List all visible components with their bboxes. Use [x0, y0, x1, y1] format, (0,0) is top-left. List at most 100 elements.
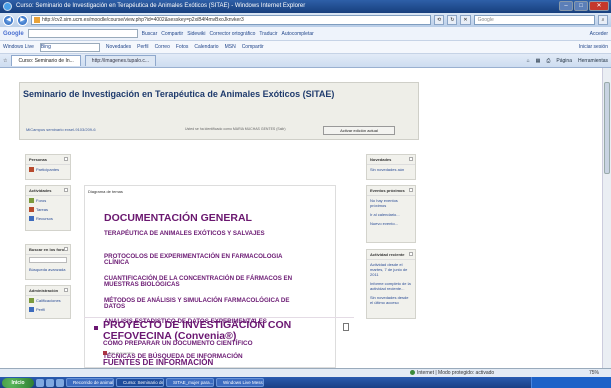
section-bullet-icon [94, 326, 98, 330]
quicklaunch-desktop-icon[interactable] [46, 378, 54, 387]
topic-metodos[interactable]: MÉTODOS DE ANÁLISIS Y SIMULACIÓN FARMACO… [104, 297, 309, 310]
favorites-star-icon[interactable]: ☆ [3, 58, 7, 64]
search-icon[interactable]: ⌕ [598, 15, 608, 25]
block-link-participantes[interactable]: Participantes [26, 165, 70, 174]
block-eventos: Eventos próximos No hay eventos próximos… [366, 185, 416, 243]
section-divider [84, 317, 354, 318]
feeds-icon[interactable]: ▦ [536, 58, 541, 64]
wl-item-correo[interactable]: Correo [155, 44, 170, 50]
system-tray[interactable] [531, 377, 611, 388]
start-button[interactable]: Inicio [2, 377, 34, 388]
wl-sign-in-button[interactable]: Iniciar sesión [579, 44, 608, 50]
block-title: Actividad reciente [367, 250, 415, 260]
google-search-input[interactable] [27, 29, 138, 38]
forum-search-input[interactable] [29, 257, 67, 263]
google-traducir-button[interactable]: Traducir [259, 31, 277, 37]
tab-row: ☆ Curso: Seminario de In... http://image… [0, 54, 611, 68]
security-zone[interactable]: Internet | Modo protegido: activado [410, 369, 494, 377]
google-toolbar: Google Buscar Compartir Sidewiki Correct… [0, 27, 611, 41]
block-buscar-foros: Buscar en los foros Búsqueda avanzada [25, 244, 71, 280]
resource-icon [29, 216, 34, 221]
people-icon [29, 167, 34, 172]
vertical-scrollbar[interactable] [602, 68, 611, 368]
forward-button[interactable]: ▶ [17, 14, 28, 26]
block-hide-icon[interactable] [64, 188, 68, 192]
block-hide-icon[interactable] [409, 157, 413, 161]
topic-terapeutica[interactable]: TERAPÉUTICA DE ANIMALES EXÓTICOS Y SALVA… [104, 230, 309, 237]
refresh-button[interactable]: ↻ [447, 15, 458, 25]
status-bar: Internet | Modo protegido: activado 75% [0, 368, 611, 377]
block-novedades: Novedades Sin novedades aún [366, 154, 416, 180]
profile-icon [29, 307, 34, 312]
wl-item-fotos[interactable]: Fotos [176, 44, 189, 50]
scrollbar-thumb[interactable] [604, 82, 610, 174]
google-buscar-button[interactable]: Buscar [142, 31, 158, 37]
google-sidewiki-button[interactable]: Sidewiki [187, 31, 205, 37]
tab-imagenes[interactable]: http://imagenes.tupalo.c... [84, 55, 157, 66]
back-button[interactable]: ◀ [3, 14, 14, 26]
minimize-button[interactable]: – [559, 1, 573, 11]
globe-icon [410, 370, 415, 376]
block-link-recursos[interactable]: Recursos [26, 214, 70, 223]
block-link-nuevo-evento[interactable]: Nuevo evento... [367, 219, 415, 228]
topic-cuantificacion[interactable]: CUANTIFICACIÓN DE LA CONCENTRACIÓN DE FÁ… [104, 275, 309, 288]
quicklaunch-ie-icon[interactable] [36, 378, 44, 387]
topic-documentacion-general[interactable]: DOCUMENTACIÓN GENERAL [104, 212, 252, 224]
block-link-novedades[interactable]: Sin novedades aún [367, 165, 415, 174]
block-link-informe-completo[interactable]: Informe completo de la actividad recient… [367, 279, 415, 293]
section-forum-link[interactable]: Foro de la sección [109, 351, 134, 355]
block-actividad-reciente: Actividad reciente Actividad desde el ma… [366, 249, 416, 319]
section-toggle-icon[interactable] [343, 323, 349, 331]
block-hide-icon[interactable] [409, 188, 413, 192]
block-hide-icon[interactable] [64, 157, 68, 161]
wl-item-novedades[interactable]: Novedades [106, 44, 131, 50]
print-icon[interactable]: ⎙ [546, 58, 550, 64]
edit-mode-button[interactable]: Activar edición actual [323, 126, 395, 135]
block-hide-icon[interactable] [64, 247, 68, 251]
lock-icon: ⟲ [434, 15, 445, 25]
google-corrector-button[interactable]: Corrector ortográfico [210, 31, 256, 37]
block-text-sin-novedades: Sin novedades desde el último acceso [370, 295, 409, 305]
herramientas-menu[interactable]: Herramientas [578, 58, 608, 64]
google-autocompletar-button[interactable]: Autocompletar [282, 31, 314, 37]
block-link-calendario[interactable]: Ir al calendario... [367, 210, 415, 219]
block-link-busqueda-avanzada[interactable]: Búsqueda avanzada [26, 265, 70, 274]
close-button[interactable]: ✕ [589, 1, 609, 11]
task-sitae[interactable]: SITAE_mujer para... [166, 378, 214, 387]
block-hide-icon[interactable] [409, 252, 413, 256]
login-info: Usted se ha identificado como MARIA MUCH… [185, 127, 286, 131]
tab-seminario[interactable]: Curso: Seminario de In... [11, 55, 81, 66]
home-icon[interactable]: ⌂ [527, 58, 530, 64]
task-recorrido[interactable]: Recorrido de animales [66, 378, 114, 387]
breadcrumb[interactable]: MiCampus seminario exsel-9103/209-6 [26, 127, 96, 132]
block-link-perfil[interactable]: Perfil [26, 305, 70, 314]
section-subtitle[interactable]: FUENTES DE INFORMACIÓN [103, 358, 213, 367]
zoom-level[interactable]: 75% [589, 369, 599, 377]
wl-item-calendario[interactable]: Calendario [194, 44, 218, 50]
block-hide-icon[interactable] [64, 288, 68, 292]
block-link-foros[interactable]: Foros [26, 196, 70, 205]
page-viewport: Seminario de Investigación en Terapéutic… [0, 68, 611, 368]
maximize-button[interactable]: □ [574, 1, 588, 11]
address-bar[interactable]: http://cv2.sim.ucm.es/moodle/course/view… [31, 15, 431, 25]
google-compartir-button[interactable]: Compartir [161, 31, 183, 37]
block-text-actividad-desde: Actividad desde el martes, 7 de junio de… [370, 262, 408, 277]
pagina-menu[interactable]: Página [556, 58, 572, 64]
task-live-messenger[interactable]: Windows Live Mess... [216, 378, 264, 387]
block-link-tareas[interactable]: Tareas [26, 205, 70, 214]
block-link-calificaciones[interactable]: Calificaciones [26, 296, 70, 305]
stop-button[interactable]: ✕ [460, 15, 471, 25]
task-curso-seminario[interactable]: Curso: Seminario de... [116, 378, 164, 387]
quicklaunch-media-icon[interactable] [56, 378, 64, 387]
bing-search-input[interactable]: Bing [39, 42, 100, 52]
google-acceder-button[interactable]: Acceder [590, 31, 608, 37]
browser-search-input[interactable]: Google [473, 15, 595, 25]
wl-item-msn[interactable]: MSN [225, 44, 236, 50]
taskbar: Inicio Recorrido de animales Curso: Semi… [0, 377, 611, 388]
wl-item-compartir[interactable]: Compartir [242, 44, 264, 50]
forum-icon [29, 198, 34, 203]
topic-protocolos[interactable]: PROTOCOLOS DE EXPERIMENTACIÓN EN FARMACO… [104, 253, 309, 266]
block-administracion: Administración Calificaciones Perfil [25, 285, 71, 319]
block-actividades: Actividades Foros Tareas Recursos [25, 185, 71, 231]
wl-item-perfil[interactable]: Perfil [137, 44, 148, 50]
